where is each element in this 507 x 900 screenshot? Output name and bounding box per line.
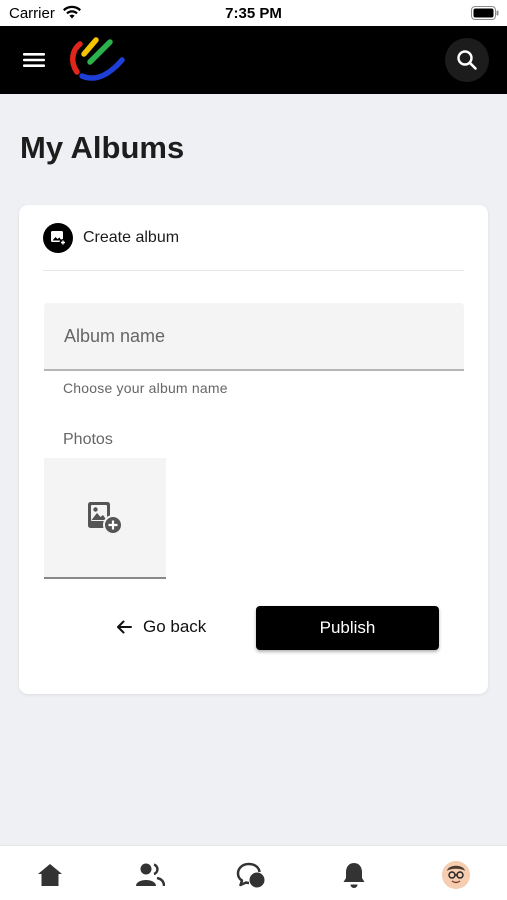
search-icon — [457, 50, 477, 70]
page-title: My Albums — [20, 130, 185, 165]
create-album-card: Create album Choose your album name Phot… — [19, 205, 488, 694]
album-name-input[interactable] — [44, 303, 464, 371]
status-bar: Carrier 7:35 PM — [0, 0, 507, 26]
card-divider — [43, 270, 464, 271]
album-icon — [43, 223, 73, 253]
nav-messages[interactable] — [236, 860, 266, 890]
profile-avatar — [442, 861, 470, 889]
hamburger-icon — [23, 53, 45, 67]
app-header — [0, 26, 507, 94]
nav-home[interactable] — [35, 860, 65, 890]
battery-icon — [471, 6, 499, 20]
add-photo-button[interactable] — [44, 458, 166, 579]
go-back-button[interactable]: Go back — [115, 615, 206, 639]
photos-label: Photos — [63, 431, 113, 448]
nav-notifications[interactable] — [339, 860, 369, 890]
notifications-icon — [343, 863, 365, 888]
go-back-label: Go back — [143, 617, 207, 636]
add-photo-icon — [88, 501, 123, 535]
nav-friends[interactable] — [135, 860, 165, 890]
bottom-nav — [0, 845, 507, 900]
home-icon — [38, 864, 62, 886]
album-name-helper: Choose your album name — [63, 380, 228, 396]
app-logo[interactable] — [66, 34, 128, 84]
card-title: Create album — [83, 229, 180, 246]
publish-button[interactable]: Publish — [256, 606, 439, 650]
friends-icon — [136, 863, 165, 887]
chat-icon — [236, 862, 265, 888]
status-time: 7:35 PM — [225, 5, 282, 22]
menu-button[interactable] — [18, 46, 50, 74]
search-button[interactable] — [445, 38, 489, 82]
arrow-left-icon — [117, 620, 132, 634]
nav-profile[interactable] — [441, 860, 471, 890]
